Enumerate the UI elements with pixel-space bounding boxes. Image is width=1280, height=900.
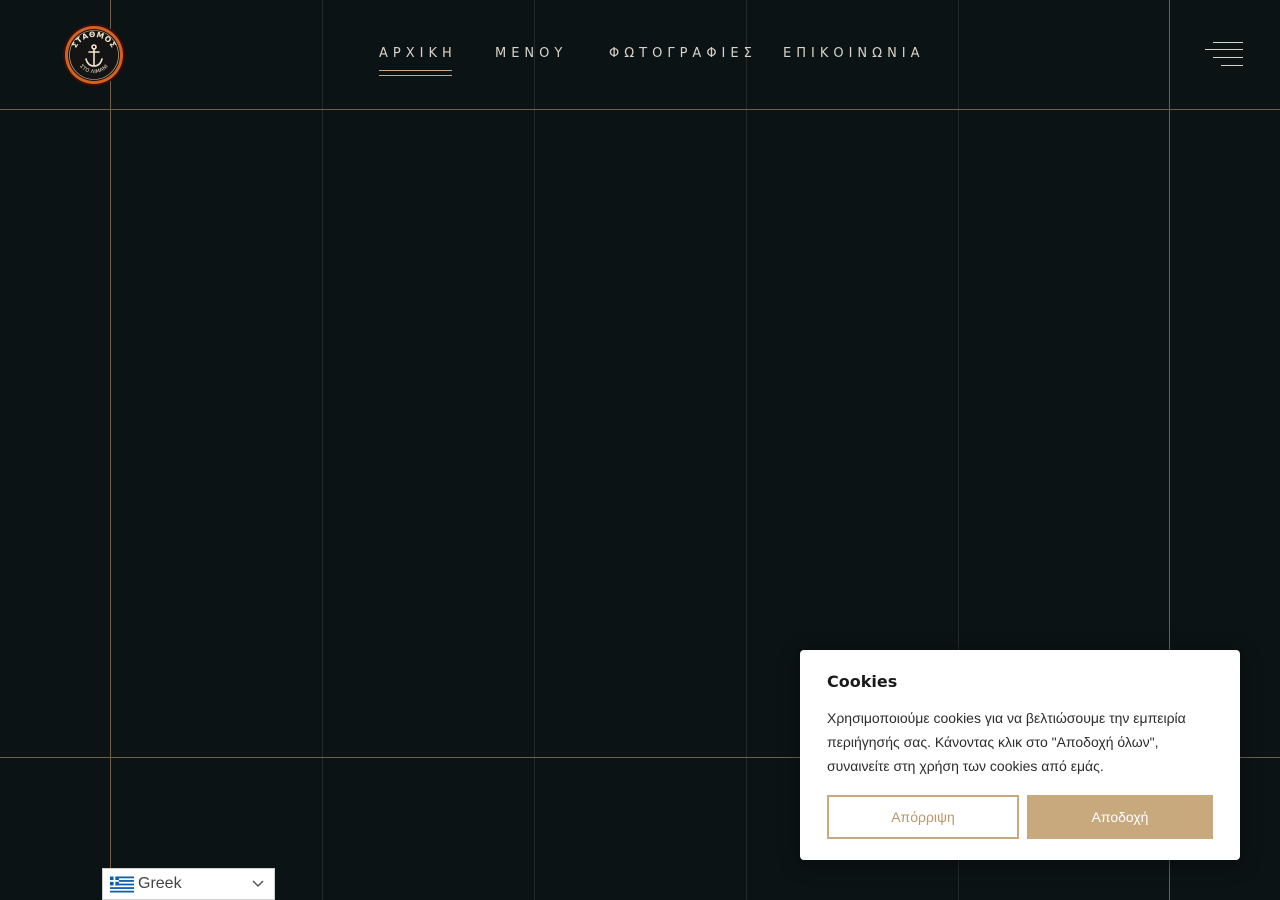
grid-line [534,0,535,900]
page: ΣΤΑΘΜΟΣ ΣΤΟ ΛΙΜΑΝΙ ΑΡΧΙΚΗ ΜΕΝΟΥ ΦΩΤΟΓΡΑΦ… [0,0,1280,900]
site-header: ΣΤΑΘΜΟΣ ΣΤΟ ΛΙΜΑΝΙ ΑΡΧΙΚΗ ΜΕΝΟΥ ΦΩΤΟΓΡΑΦ… [0,0,1280,109]
nav-home[interactable]: ΑΡΧΙΚΗ [379,44,457,76]
grid-line [322,0,323,900]
language-selector[interactable]: Greek [102,868,275,900]
language-label: Greek [138,875,182,892]
greece-flag-icon [110,876,134,893]
cookie-actions: Απόρριψη Αποδοχή [827,795,1213,839]
nav-menu[interactable]: ΜΕΝΟΥ [495,44,567,64]
nav-photos[interactable]: ΦΩΤΟΓΡΑΦΙΕΣ [609,44,757,64]
nav-contact[interactable]: ΕΠΙΚΟΙΝΩΝΙΑ [783,44,925,64]
reject-button[interactable]: Απόρριψη [827,795,1019,839]
grid-line [746,0,747,900]
cookie-dialog: Cookies Χρησιμοποιούμε cookies για να βε… [800,650,1240,860]
accept-button[interactable]: Αποδοχή [1027,795,1213,839]
grid-line [110,0,111,900]
cookie-title: Cookies [827,672,898,691]
main-nav: ΑΡΧΙΚΗ ΜΕΝΟΥ ΦΩΤΟΓΡΑΦΙΕΣ ΕΠΙΚΟΙΝΩΝΙΑ [0,44,1280,84]
hamburger-menu-icon[interactable] [1203,40,1243,68]
chevron-down-icon [252,880,264,888]
cookie-message: Χρησιμοποιούμε cookies για να βελτιώσουμ… [827,710,1186,774]
header-divider [0,109,1280,110]
